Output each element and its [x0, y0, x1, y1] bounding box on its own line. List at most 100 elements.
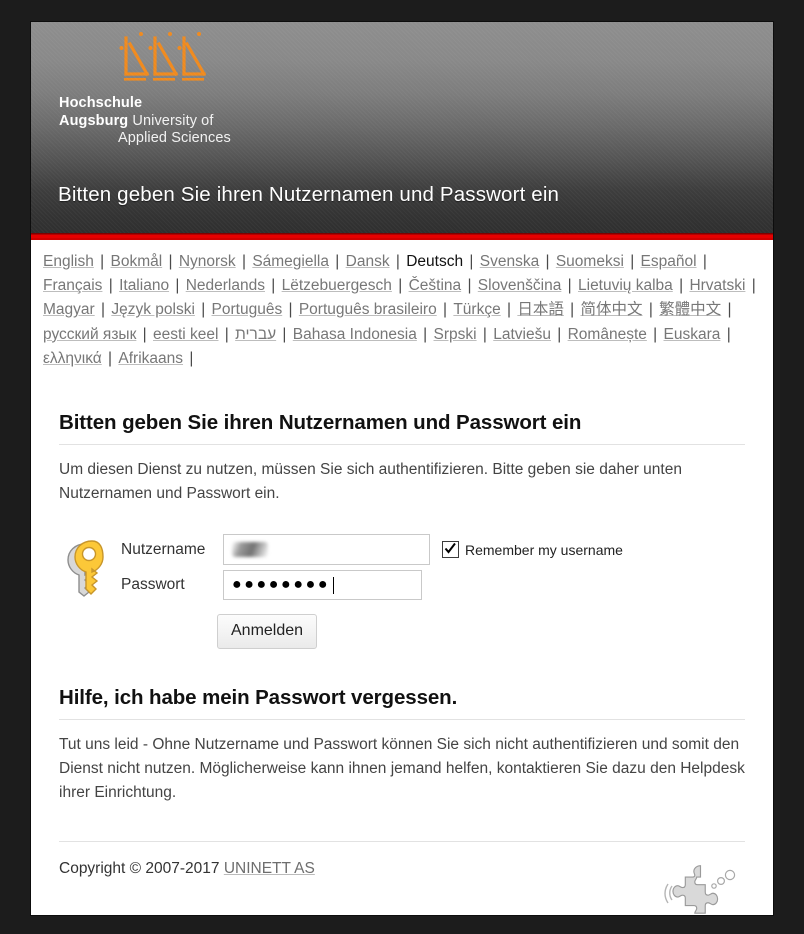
language-link-15[interactable]: Lietuvių kalba — [578, 277, 673, 294]
language-link-12[interactable]: Lëtzebuergesch — [282, 277, 392, 294]
hochschule-augsburg-logo-icon — [119, 32, 207, 81]
language-link-16[interactable]: Hrvatski — [689, 277, 745, 294]
brand-line2-rest: University of — [128, 112, 214, 129]
submit-button[interactable]: Anmelden — [217, 614, 318, 650]
login-page: Hochschule Augsburg University of Applie… — [31, 22, 773, 915]
language-separator: | — [393, 277, 407, 295]
language-link-1[interactable]: Bokmål — [110, 253, 162, 270]
brand-line2-bold: Augsburg — [59, 112, 129, 129]
language-link-17[interactable]: Magyar — [43, 301, 95, 318]
header-accent-rule — [31, 233, 773, 240]
header-title: Bitten geben Sie ihren Nutzernamen und P… — [58, 183, 560, 206]
language-separator: | — [237, 253, 251, 270]
text-caret — [333, 576, 335, 594]
simplesamlphp-puzzle-man-icon — [664, 865, 736, 914]
language-link-34[interactable]: Afrikaans — [118, 350, 183, 367]
language-link-23[interactable]: 简体中文 — [581, 301, 643, 318]
language-link-21[interactable]: Türkçe — [453, 301, 500, 318]
page-footer: Copyright © 2007-2017 UNINETT AS — [59, 841, 745, 915]
submit-row: Anmelden — [121, 605, 623, 650]
login-form: Nutzername Remember my username Passwort… — [59, 534, 745, 654]
language-separator: | — [103, 349, 117, 367]
username-redacted-value — [232, 542, 268, 558]
language-separator: | — [478, 325, 492, 343]
language-separator: | — [95, 253, 109, 270]
language-separator: | — [463, 277, 476, 295]
language-link-8[interactable]: Español — [641, 253, 697, 270]
copyright: Copyright © 2007-2017 UNINETT AS — [59, 860, 315, 878]
language-link-14[interactable]: Slovenščina — [478, 277, 562, 294]
language-separator: | — [391, 253, 405, 270]
remember-username-label: Remember my username — [465, 541, 623, 558]
language-link-4[interactable]: Dansk — [346, 253, 390, 270]
remember-username-checkbox[interactable] — [442, 541, 459, 559]
language-separator: | — [722, 325, 731, 343]
language-link-26[interactable]: eesti keel — [153, 326, 218, 343]
language-link-0[interactable]: English — [43, 253, 94, 270]
language-link-11[interactable]: Nederlands — [186, 277, 265, 294]
language-link-29[interactable]: Srpski — [434, 326, 477, 343]
language-separator: | — [541, 253, 554, 270]
language-separator: | — [698, 253, 707, 270]
language-separator: | — [674, 277, 688, 295]
password-input[interactable]: ●●●●●●●● — [223, 570, 422, 601]
language-link-27[interactable]: עברית — [235, 326, 276, 343]
password-row: Passwort ●●●●●●●● — [121, 570, 623, 601]
language-separator: | — [220, 325, 234, 343]
language-link-10[interactable]: Italiano — [119, 277, 169, 294]
language-separator: | — [185, 349, 194, 367]
language-separator: | — [438, 301, 452, 319]
help-body-text: Tut uns leid - Ohne Nutzername und Passw… — [59, 736, 745, 802]
brand-logo: Hochschule Augsburg University of Applie… — [45, 30, 375, 148]
key-icon — [67, 540, 104, 597]
password-masked-value: ●●●●●●●● — [232, 576, 331, 594]
language-separator: | — [723, 301, 732, 319]
brand-line1: Hochschule — [59, 95, 143, 111]
language-separator: | — [644, 301, 658, 319]
language-separator: | — [196, 301, 210, 319]
language-separator: | — [563, 277, 576, 295]
language-selector[interactable]: English | Bokmål | Nynorsk | Sámegiella … — [31, 240, 773, 379]
language-separator: | — [331, 253, 344, 270]
language-link-31[interactable]: Românește — [568, 326, 647, 343]
language-link-7[interactable]: Suomeksi — [556, 253, 624, 270]
language-link-18[interactable]: Język polski — [111, 301, 195, 318]
language-separator: | — [138, 325, 151, 343]
language-link-5: Deutsch — [406, 253, 464, 270]
uninett-link[interactable]: UNINETT AS — [224, 860, 315, 877]
language-link-9[interactable]: Français — [43, 277, 102, 294]
language-link-2[interactable]: Nynorsk — [179, 253, 236, 270]
language-link-6[interactable]: Svenska — [480, 253, 539, 270]
language-link-22[interactable]: 日本語 — [517, 301, 564, 318]
language-separator: | — [565, 301, 579, 319]
brand-line3: Applied Sciences — [118, 130, 231, 146]
login-heading: Bitten geben Sie ihren Nutzernamen und P… — [59, 411, 745, 446]
language-separator: | — [278, 325, 291, 343]
language-link-20[interactable]: Português brasileiro — [299, 301, 437, 318]
language-separator: | — [164, 253, 177, 270]
language-link-25[interactable]: русский язык — [43, 326, 136, 343]
language-separator: | — [625, 253, 639, 270]
copyright-text: Copyright © 2007-2017 — [59, 860, 224, 878]
username-label: Nutzername — [121, 540, 206, 558]
language-separator: | — [284, 301, 297, 319]
language-link-30[interactable]: Latviešu — [493, 326, 551, 343]
language-link-32[interactable]: Euskara — [664, 326, 721, 343]
language-separator: | — [104, 277, 118, 295]
language-separator: | — [96, 301, 110, 319]
login-fields: Nutzername Remember my username Passwort… — [121, 534, 623, 654]
help-heading: Hilfe, ich habe mein Passwort vergessen. — [59, 686, 745, 721]
language-separator: | — [418, 325, 432, 343]
remember-username-control[interactable]: Remember my username — [442, 541, 623, 559]
language-separator: | — [552, 325, 566, 343]
login-intro-text: Um diesen Dienst zu nutzen, müssen Sie s… — [59, 461, 682, 503]
language-separator: | — [465, 253, 478, 270]
main-content: Bitten geben Sie ihren Nutzernamen und P… — [31, 411, 773, 805]
username-input[interactable] — [223, 534, 430, 566]
language-link-24[interactable]: 繁體中文 — [659, 301, 721, 318]
language-link-13[interactable]: Čeština — [409, 277, 462, 294]
language-link-19[interactable]: Português — [212, 301, 283, 318]
language-link-33[interactable]: ελληνικά — [43, 350, 102, 367]
language-link-3[interactable]: Sámegiella — [252, 253, 329, 270]
language-link-28[interactable]: Bahasa Indonesia — [293, 326, 417, 343]
